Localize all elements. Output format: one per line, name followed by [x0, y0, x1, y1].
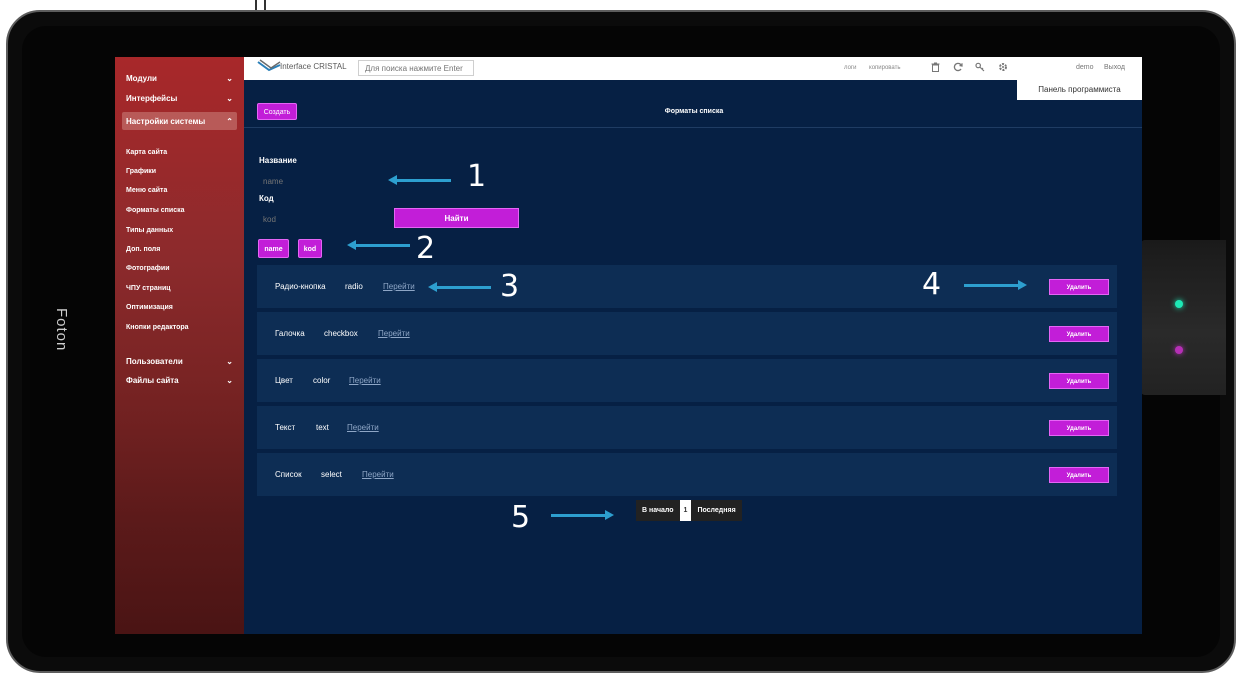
annotation-number: 1 [467, 159, 487, 194]
sidebar: Модули ⌄ Интерфейсы ⌄ Настройки системы … [115, 57, 244, 634]
table-row: Цвет color Перейти Удалить [257, 359, 1117, 402]
search-input[interactable] [358, 60, 474, 76]
chevron-down-icon: ⌄ [226, 73, 233, 83]
logout-link[interactable]: Выход [1104, 64, 1125, 71]
sidebar-item-list-formats[interactable]: Форматы списка [126, 207, 184, 214]
row-code: select [321, 470, 342, 479]
sidebar-section-label: Пользователи [126, 356, 183, 366]
delete-button[interactable]: Удалить [1049, 467, 1109, 483]
page-title: Форматы списка [664, 108, 724, 115]
status-led-pink [1175, 346, 1183, 354]
row-code: radio [345, 282, 363, 291]
chevron-down-icon: ⌄ [226, 375, 233, 385]
sidebar-item-site-menu[interactable]: Меню сайта [126, 187, 167, 194]
annotation-arrow [388, 175, 451, 185]
sidebar-item-charts[interactable]: Графики [126, 168, 156, 175]
sidebar-section-site-files[interactable]: Файлы сайта ⌄ [122, 371, 237, 389]
sidebar-section-users[interactable]: Пользователи ⌄ [122, 352, 237, 370]
row-code: color [313, 376, 331, 385]
cable-line [255, 0, 257, 10]
delete-button[interactable]: Удалить [1049, 420, 1109, 436]
annotation-arrow [551, 510, 614, 520]
delete-button[interactable]: Удалить [1049, 326, 1109, 342]
sidebar-item-editor-buttons[interactable]: Кнопки редактора [126, 324, 189, 331]
table-row: Список select Перейти Удалить [257, 453, 1117, 496]
sidebar-item-extra-fields[interactable]: Доп. поля [126, 246, 160, 253]
logs-link[interactable]: логи [844, 65, 856, 71]
sidebar-section-interfaces[interactable]: Интерфейсы ⌄ [122, 89, 237, 107]
create-button[interactable]: Создать [257, 103, 297, 120]
table-row: Текст text Перейти Удалить [257, 406, 1117, 449]
page-first-button[interactable]: В начало [636, 500, 680, 521]
annotation-number: 3 [500, 269, 520, 304]
row-goto-link[interactable]: Перейти [362, 470, 394, 479]
sidebar-item-photos[interactable]: Фотографии [126, 265, 170, 272]
sidebar-item-seo-urls[interactable]: ЧПУ страниц [126, 285, 171, 292]
name-input[interactable] [259, 173, 379, 189]
sidebar-section-modules[interactable]: Модули ⌄ [122, 69, 237, 87]
chevron-up-icon: ⌃ [226, 116, 233, 126]
sidebar-section-label: Интерфейсы [126, 93, 178, 103]
sort-tag-name[interactable]: name [258, 239, 289, 258]
cable-line [264, 0, 266, 10]
trash-icon[interactable] [930, 62, 941, 73]
sidebar-section-label: Файлы сайта [126, 375, 179, 385]
row-goto-link[interactable]: Перейти [378, 329, 410, 338]
sidebar-item-optimization[interactable]: Оптимизация [126, 304, 173, 311]
annotation-arrow [964, 280, 1027, 290]
sort-tag-kod[interactable]: kod [298, 239, 322, 258]
copy-link[interactable]: копировать [869, 65, 901, 71]
chevron-down-icon: ⌄ [226, 93, 233, 103]
annotation-number: 4 [922, 267, 942, 302]
side-bezel [1141, 240, 1226, 395]
row-goto-link[interactable]: Перейти [347, 423, 379, 432]
name-label: Название [259, 156, 297, 165]
code-input[interactable] [259, 211, 379, 227]
key-icon[interactable] [974, 62, 985, 73]
gear-icon[interactable] [997, 62, 1008, 73]
status-led-teal [1175, 300, 1183, 308]
row-name: Текст [275, 423, 296, 432]
divider [244, 127, 1142, 128]
annotation-number: 5 [511, 500, 531, 535]
find-button[interactable]: Найти [394, 208, 519, 228]
table-row: Галочка checkbox Перейти Удалить [257, 312, 1117, 355]
page-last-button[interactable]: Последняя [691, 500, 742, 521]
annotation-arrow [347, 240, 410, 250]
delete-button[interactable]: Удалить [1049, 373, 1109, 389]
row-goto-link[interactable]: Перейти [349, 376, 381, 385]
top-bar: Interface CRISTAL логи копировать demo В… [244, 57, 1142, 80]
annotation-arrow [428, 282, 491, 292]
row-name: Список [275, 470, 302, 479]
delete-button[interactable]: Удалить [1049, 279, 1109, 295]
sidebar-section-label: Настройки системы [126, 116, 206, 126]
annotation-number: 2 [416, 231, 436, 266]
row-code: text [316, 423, 329, 432]
row-name: Галочка [275, 329, 305, 338]
screen: Модули ⌄ Интерфейсы ⌄ Настройки системы … [115, 57, 1142, 634]
main-content: Создать Форматы списка Название Код Найт… [244, 80, 1142, 634]
row-code: checkbox [324, 329, 358, 338]
row-goto-link[interactable]: Перейти [383, 282, 415, 291]
user-name[interactable]: demo [1076, 64, 1094, 71]
pagination: В начало 1 Последняя [636, 500, 742, 521]
row-name: Радио-кнопка [275, 282, 326, 291]
page-current-button[interactable]: 1 [679, 500, 692, 521]
chevron-down-icon: ⌄ [226, 356, 233, 366]
code-label: Код [259, 194, 274, 203]
logo-icon [257, 59, 281, 72]
sidebar-item-data-types[interactable]: Типы данных [126, 227, 173, 234]
sidebar-item-sitemap[interactable]: Карта сайта [126, 149, 167, 156]
sidebar-section-system-settings[interactable]: Настройки системы ⌃ [122, 112, 237, 130]
sidebar-section-label: Модули [126, 73, 157, 83]
device-brand-label: Foton [53, 308, 70, 352]
refresh-icon[interactable] [952, 62, 963, 73]
app-title: Interface CRISTAL [280, 62, 347, 71]
row-name: Цвет [275, 376, 293, 385]
